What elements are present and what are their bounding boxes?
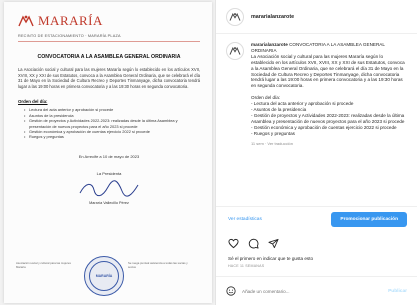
- document-stamp: MARARÍA: [84, 256, 124, 296]
- promote-post-button[interactable]: Promocionar publicación: [331, 212, 407, 227]
- document-divider: [18, 41, 200, 42]
- signature-block: La Presidenta Mararía Vallecillo Pérez: [18, 171, 200, 205]
- avatar[interactable]: [226, 42, 244, 60]
- post-timestamp[interactable]: Hace 11 semanas: [228, 264, 264, 268]
- post-media: MARARÍA Recinto de Estacionamiento · Mar…: [0, 0, 216, 305]
- signer-name: Mararía Vallecillo Pérez: [89, 200, 129, 205]
- insights-row: Ver estadísticas Promocionar publicación: [216, 206, 417, 232]
- caption-username[interactable]: mararialanzarote: [251, 42, 288, 47]
- document-title: CONVOCATORIA A LA ASAMBLEA GENERAL ORDIN…: [37, 54, 181, 60]
- maria-logo-icon: [18, 15, 34, 27]
- document-footer-left: Asociación social y cultural para las mu…: [16, 261, 71, 269]
- emoji-icon[interactable]: [226, 286, 236, 296]
- signer-role: La Presidenta: [96, 170, 122, 176]
- caption-body: mararialanzarote CONVOCATORIA A LA ASAMB…: [251, 42, 407, 146]
- agenda-heading: Orden del día:: [18, 99, 48, 105]
- document-brand: MARARÍA: [38, 13, 103, 28]
- caption-text: mararialanzarote CONVOCATORIA A LA ASAMB…: [251, 42, 407, 137]
- avatar[interactable]: [226, 7, 244, 26]
- caption-meta: 11 sem · Ver traducción: [251, 140, 293, 146]
- heart-icon[interactable]: [228, 238, 239, 249]
- maria-logo-icon: [229, 47, 241, 55]
- caption: mararialanzarote CONVOCATORIA A LA ASAMB…: [216, 34, 417, 146]
- maria-logo-icon: [229, 12, 241, 21]
- view-insights-link[interactable]: Ver estadísticas: [228, 217, 262, 222]
- comment-icon[interactable]: [248, 238, 259, 249]
- likes-line[interactable]: Sé el primero en indicar que te gusta es…: [228, 256, 313, 261]
- header-username[interactable]: mararialanzarote: [251, 14, 294, 20]
- comment-input[interactable]: [242, 288, 383, 294]
- action-bar: [228, 238, 279, 249]
- stamp-text: MARARÍA: [95, 274, 113, 278]
- agenda-item: Gestión de proyectos y Actividades 2022-…: [24, 118, 200, 129]
- caption-content: CONVOCATORIA A LA ASAMBLEA GENERAL ORDIN…: [251, 42, 405, 136]
- document-footer-right: Se ruega puntual asistencia a todas las …: [128, 261, 188, 269]
- handwritten-signature: [79, 180, 139, 197]
- document-paragraph: La Asociación social y cultural para las…: [18, 67, 200, 89]
- comment-bar: Publicar: [216, 276, 417, 305]
- post-comment-button[interactable]: Publicar: [388, 289, 407, 294]
- agenda-item: Ruegos y preguntas: [24, 134, 200, 140]
- agenda-list: Lectura del acta anterior y aprobación s…: [18, 107, 200, 140]
- document-logo: MARARÍA: [18, 12, 200, 30]
- document-date: En Arrecife a 10 de mayo de 2023: [78, 153, 140, 159]
- post-header: mararialanzarote: [216, 0, 417, 34]
- share-icon[interactable]: [268, 238, 279, 249]
- document-subhead: Recinto de Estacionamiento · Mararía Pla…: [18, 34, 121, 38]
- post-side-panel: mararialanzarote mararialanzarote CONVOC…: [216, 0, 417, 305]
